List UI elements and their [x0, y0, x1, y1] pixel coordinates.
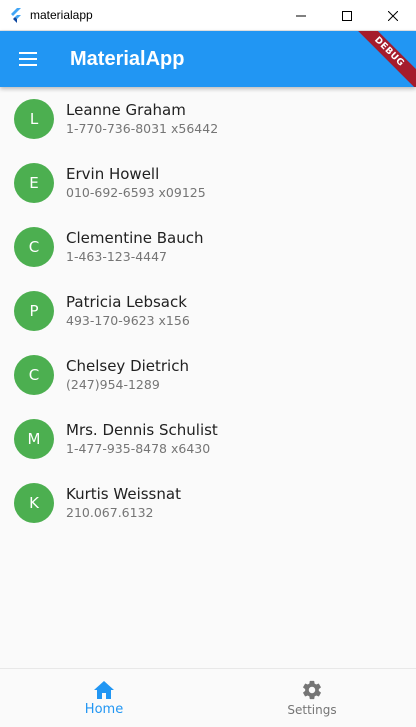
list-item[interactable]: P Patricia Lebsack 493-170-9623 x156 — [0, 279, 416, 343]
avatar: C — [14, 355, 54, 395]
nav-label-settings: Settings — [287, 703, 337, 717]
maximize-button[interactable] — [324, 0, 370, 31]
contact-name: Mrs. Dennis Schulist — [66, 421, 218, 439]
flutter-logo-icon — [11, 8, 21, 23]
menu-button[interactable] — [0, 31, 56, 87]
list-item[interactable]: C Clementine Bauch 1-463-123-4447 — [0, 215, 416, 279]
gear-icon — [303, 680, 321, 700]
contact-phone: (247)954-1289 — [66, 377, 160, 392]
page-title: MaterialApp — [70, 47, 185, 70]
avatar: E — [14, 163, 54, 203]
contact-phone: 493-170-9623 x156 — [66, 313, 190, 328]
maximize-icon — [342, 10, 352, 21]
minimize-icon — [296, 15, 306, 16]
contact-name: Leanne Graham — [66, 101, 186, 119]
list-item[interactable]: C Chelsey Dietrich (247)954-1289 — [0, 343, 416, 407]
close-button[interactable] — [370, 0, 416, 31]
contact-phone: 1-770-736-8031 x56442 — [66, 121, 219, 136]
contact-phone: 010-692-6593 x09125 — [66, 185, 206, 200]
app-bar: MaterialApp DEBUG — [0, 31, 416, 87]
nav-label-home: Home — [84, 701, 124, 717]
list-item[interactable]: L Leanne Graham 1-770-736-8031 x56442 — [0, 87, 416, 151]
home-icon — [94, 680, 114, 699]
close-icon — [388, 10, 398, 21]
nav-item-home[interactable]: Home — [0, 669, 208, 727]
contact-name: Patricia Lebsack — [66, 293, 187, 311]
contact-phone: 210.067.6132 — [66, 505, 154, 520]
window-title: materialapp — [30, 8, 93, 22]
list-item[interactable]: E Ervin Howell 010-692-6593 x09125 — [0, 151, 416, 215]
avatar: P — [14, 291, 54, 331]
window-title-bar: materialapp — [0, 0, 416, 31]
contact-name: Kurtis Weissnat — [66, 485, 181, 503]
avatar: M — [14, 419, 54, 459]
list-item[interactable]: M Mrs. Dennis Schulist 1-477-935-8478 x6… — [0, 407, 416, 471]
contact-name: Clementine Bauch — [66, 229, 204, 247]
contact-list: L Leanne Graham 1-770-736-8031 x56442 E … — [0, 87, 416, 535]
minimize-button[interactable] — [278, 0, 324, 31]
contact-name: Chelsey Dietrich — [66, 357, 189, 375]
list-item[interactable]: K Kurtis Weissnat 210.067.6132 — [0, 471, 416, 535]
avatar: C — [14, 227, 54, 267]
avatar: L — [14, 99, 54, 139]
avatar: K — [14, 483, 54, 523]
debug-banner: DEBUG — [345, 31, 416, 87]
contact-name: Ervin Howell — [66, 165, 160, 183]
nav-item-settings[interactable]: Settings — [208, 669, 416, 727]
contact-phone: 1-477-935-8478 x6430 — [66, 441, 211, 456]
hamburger-menu-icon — [19, 52, 37, 66]
bottom-navigation: Home Settings — [0, 668, 416, 727]
contact-phone: 1-463-123-4447 — [66, 249, 168, 264]
